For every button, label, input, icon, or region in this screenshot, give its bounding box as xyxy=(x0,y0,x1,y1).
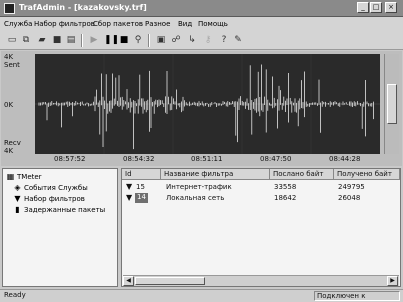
column-header-bytes-sent[interactable]: Послано байт xyxy=(270,169,334,180)
row-bytes-received: 26048 xyxy=(338,194,361,202)
table-row[interactable]: ▼ 14 Локальная сеть 18642 26048 xyxy=(122,193,400,203)
y-label-sent: Sent xyxy=(4,61,20,69)
tree-item-filters[interactable]: ▼ Набор фильтров xyxy=(13,194,85,204)
close-button[interactable]: × xyxy=(385,2,397,13)
row-bytes-received: 249795 xyxy=(338,183,365,191)
row-id: 15 xyxy=(136,183,145,191)
row-bytes-sent: 18642 xyxy=(274,194,297,202)
connection-status: Подключен к xyxy=(314,291,400,301)
save-icon[interactable]: ■ xyxy=(51,34,63,46)
minimize-button[interactable]: _ xyxy=(357,2,369,13)
tree-item-label: События Службы xyxy=(24,184,88,192)
row-bytes-sent: 33558 xyxy=(274,183,297,191)
scroll-left-arrow-icon[interactable]: ◀ xyxy=(123,276,134,286)
x-tick: 08:54:32 xyxy=(123,155,155,163)
status-bar: Ready Подключен к xyxy=(0,289,403,302)
status-text: Ready xyxy=(4,291,26,299)
menu-bar: Служба Набор фильтров Сбор пакетов Разно… xyxy=(0,17,403,31)
stop-icon[interactable]: ■ xyxy=(118,34,130,46)
x-tick: 08:57:52 xyxy=(54,155,86,163)
y-label-top: 4K xyxy=(4,53,14,61)
toolbar: ▭ ⧉ ▰ ■ ▤ ▶ ❚❚ ■ ⚲ ▣ ☍ ↳ ⚷ ? ✎ xyxy=(0,31,403,50)
y-label-recv: Recv xyxy=(4,139,21,147)
tree-item-label: Набор фильтров xyxy=(24,195,85,203)
graph-scroll-thumb[interactable] xyxy=(387,84,397,124)
column-header-bytes-received[interactable]: Получено байт xyxy=(334,169,400,180)
table-row[interactable]: ▼ 15 Интернет-трафик 33558 249795 xyxy=(122,182,400,192)
toolbar-separator xyxy=(148,34,150,47)
menu-filter-set[interactable]: Набор фильтров xyxy=(34,20,95,28)
filter-icon: ▼ xyxy=(14,194,21,203)
tree-item-held-packets[interactable]: ▮ Задержанные пакеты xyxy=(13,205,105,215)
tree-item-label: TMeter xyxy=(17,173,42,181)
pause-icon[interactable]: ❚❚ xyxy=(104,34,119,46)
help-icon[interactable]: ? xyxy=(218,34,230,46)
list-horizontal-scrollbar[interactable]: ◀ ▶ xyxy=(123,275,399,286)
key-icon[interactable]: ⚷ xyxy=(202,34,214,46)
traffic-graph xyxy=(35,54,380,154)
x-tick: 08:51:11 xyxy=(191,155,223,163)
filter-list-pane: Id Название фильтра Послано байт Получен… xyxy=(121,168,401,287)
menu-service[interactable]: Служба xyxy=(4,20,32,28)
tree-item-events[interactable]: ◈ События Службы xyxy=(13,183,88,193)
row-filter-name: Интернет-трафик xyxy=(166,183,232,191)
filter-icon: ▼ xyxy=(126,193,133,202)
play-icon[interactable]: ▶ xyxy=(88,34,100,46)
y-label-bottom: 4K xyxy=(4,147,14,155)
filter-icon: ▼ xyxy=(126,182,133,191)
row-id-selected: 14 xyxy=(135,193,148,203)
filter-icon[interactable]: ⚲ xyxy=(132,34,144,46)
monitor-icon[interactable]: ▣ xyxy=(155,34,167,46)
row-filter-name: Локальная сеть xyxy=(166,194,225,202)
properties-icon[interactable]: ▤ xyxy=(65,34,77,46)
traffic-graph-panel: 4K Sent 0K Recv 4K 08:57:52 08:54:32 08:… xyxy=(1,51,402,166)
events-icon: ◈ xyxy=(14,183,21,192)
title-bar: TrafAdmin - [kazakovsky.trf] _ □ × xyxy=(0,0,403,17)
graph-scrollbar[interactable] xyxy=(384,54,399,154)
menu-packet-capture[interactable]: Сбор пакетов xyxy=(93,20,143,28)
x-tick: 08:47:50 xyxy=(260,155,292,163)
x-tick: 08:44:28 xyxy=(329,155,361,163)
toolbar-separator xyxy=(81,34,83,47)
tree-item-tmeter[interactable]: ▦ TMeter xyxy=(6,172,42,182)
connect-icon[interactable]: ↳ xyxy=(186,34,198,46)
scroll-right-arrow-icon[interactable]: ▶ xyxy=(387,276,398,286)
maximize-button[interactable]: □ xyxy=(370,2,382,13)
menu-help[interactable]: Помощь xyxy=(198,20,228,28)
column-header-filter-name[interactable]: Название фильтра xyxy=(161,169,270,180)
new-icon[interactable]: ▭ xyxy=(6,34,18,46)
network-icon[interactable]: ☍ xyxy=(170,34,182,46)
column-header-id[interactable]: Id xyxy=(122,169,161,180)
about-icon[interactable]: ✎ xyxy=(232,34,244,46)
tree-pane: ▦ TMeter ◈ События Службы ▼ Набор фильтров … xyxy=(2,168,118,287)
tree-item-label: Задержанные пакеты xyxy=(24,206,106,214)
clone-icon[interactable]: ⧉ xyxy=(20,34,32,46)
tmeter-icon: ▦ xyxy=(6,172,15,181)
menu-view[interactable]: Вид xyxy=(178,20,192,28)
list-scroll-thumb[interactable] xyxy=(135,277,205,285)
y-label-zero: 0K xyxy=(4,101,14,109)
open-icon[interactable]: ▰ xyxy=(36,34,48,46)
window-title: TrafAdmin - [kazakovsky.trf] xyxy=(19,3,147,12)
app-icon[interactable] xyxy=(4,3,15,14)
packets-icon: ▮ xyxy=(15,205,20,214)
menu-misc[interactable]: Разное xyxy=(145,20,170,28)
